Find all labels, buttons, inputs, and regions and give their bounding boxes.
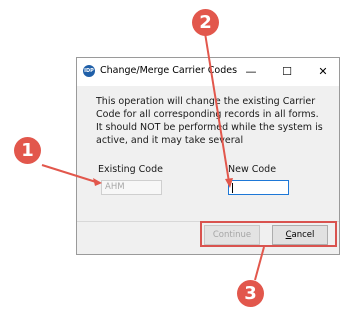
- callout-3: 3: [237, 280, 264, 307]
- arrow-line-1: [41, 164, 97, 183]
- annotation-arrows: [41, 32, 265, 281]
- callout-1: 1: [14, 137, 41, 164]
- callout-2: 2: [192, 9, 219, 36]
- arrow-head-2: [225, 178, 233, 188]
- arrow-line-3: [254, 246, 265, 281]
- arrow-head-1: [93, 178, 102, 186]
- arrow-line-2: [204, 32, 230, 183]
